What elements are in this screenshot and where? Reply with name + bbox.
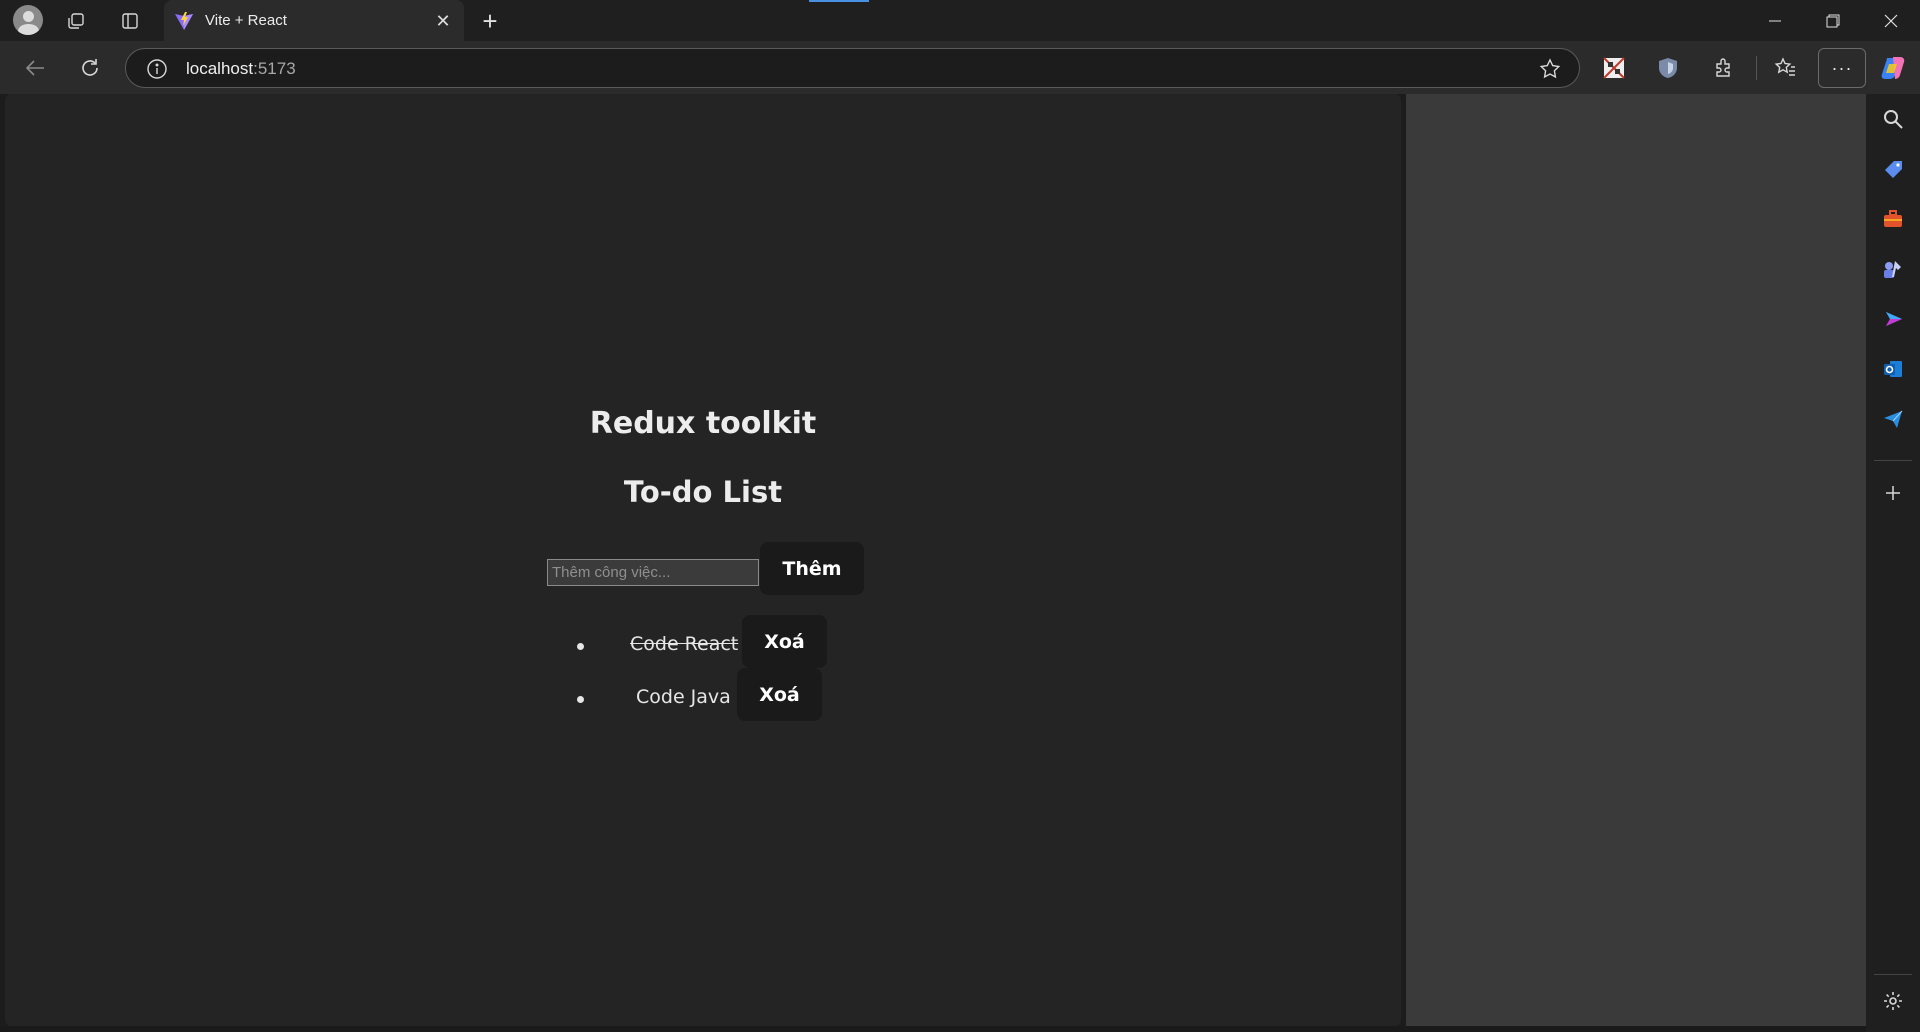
tools-briefcase-icon[interactable] xyxy=(1880,206,1906,232)
new-todo-input[interactable] xyxy=(547,559,759,586)
toolbar: localhost:5173 ··· xyxy=(0,41,1920,94)
active-tab[interactable]: Vite + React ✕ xyxy=(164,0,464,41)
address-bar[interactable]: localhost:5173 xyxy=(125,48,1580,88)
sidebar-divider xyxy=(1874,974,1912,975)
new-tab-icon[interactable]: + xyxy=(476,6,504,36)
add-sidebar-app-icon[interactable] xyxy=(1880,480,1906,506)
todo-app: Redux toolkit To-do List Thêm Code React… xyxy=(5,94,1401,1026)
extension-checker-icon[interactable] xyxy=(1599,53,1629,83)
copilot-icon[interactable] xyxy=(1878,53,1908,83)
drag-indicator xyxy=(809,0,869,2)
delete-todo-button[interactable]: Xoá xyxy=(742,615,827,668)
vite-favicon-icon xyxy=(174,11,194,36)
profile-avatar[interactable] xyxy=(13,5,43,35)
vertical-tabs-icon[interactable] xyxy=(117,8,143,34)
search-icon[interactable] xyxy=(1880,106,1906,132)
list-bullet xyxy=(577,643,584,650)
url-port: :5173 xyxy=(253,59,296,78)
page-viewport: Redux toolkit To-do List Thêm Code React… xyxy=(5,94,1401,1026)
shopping-tag-icon[interactable] xyxy=(1880,156,1906,182)
add-todo-button[interactable]: Thêm xyxy=(760,542,864,595)
list-bullet xyxy=(577,696,584,703)
copilot-sidebar-icon[interactable] xyxy=(1880,306,1906,332)
delete-todo-button[interactable]: Xoá xyxy=(737,668,822,721)
outlook-icon[interactable] xyxy=(1880,356,1906,382)
gear-icon[interactable] xyxy=(1880,988,1906,1014)
more-options-icon[interactable]: ··· xyxy=(1818,48,1866,88)
app-heading: Redux toolkit xyxy=(589,406,817,441)
todo-item-text[interactable]: Code Java xyxy=(636,686,731,708)
send-icon[interactable] xyxy=(1880,406,1906,432)
title-bar: Vite + React ✕ + xyxy=(0,0,1920,41)
url-text: localhost:5173 xyxy=(186,59,296,79)
tab-title: Vite + React xyxy=(205,12,287,29)
bottom-strip xyxy=(0,1026,1866,1032)
todo-list-heading: To-do List xyxy=(623,475,783,509)
minimize-icon[interactable] xyxy=(1746,0,1804,41)
side-panel xyxy=(1406,94,1866,1026)
url-host: localhost xyxy=(186,59,254,78)
workspaces-icon[interactable] xyxy=(63,8,89,34)
todo-item-text[interactable]: Code React xyxy=(630,633,738,655)
games-icon[interactable] xyxy=(1880,256,1906,282)
edge-sidebar xyxy=(1866,94,1920,1032)
sidebar-divider xyxy=(1874,460,1912,461)
back-arrow-icon[interactable] xyxy=(20,53,50,83)
refresh-icon[interactable] xyxy=(75,53,105,83)
shield-icon[interactable] xyxy=(1653,53,1683,83)
site-info-icon[interactable] xyxy=(146,58,168,85)
restore-icon[interactable] xyxy=(1804,0,1862,41)
favorite-star-icon[interactable] xyxy=(1539,58,1561,85)
favorites-icon[interactable] xyxy=(1770,53,1800,83)
tab-close-icon[interactable]: ✕ xyxy=(430,8,456,34)
close-window-icon[interactable] xyxy=(1862,0,1920,41)
extensions-puzzle-icon[interactable] xyxy=(1709,53,1739,83)
toolbar-divider xyxy=(1756,56,1757,80)
